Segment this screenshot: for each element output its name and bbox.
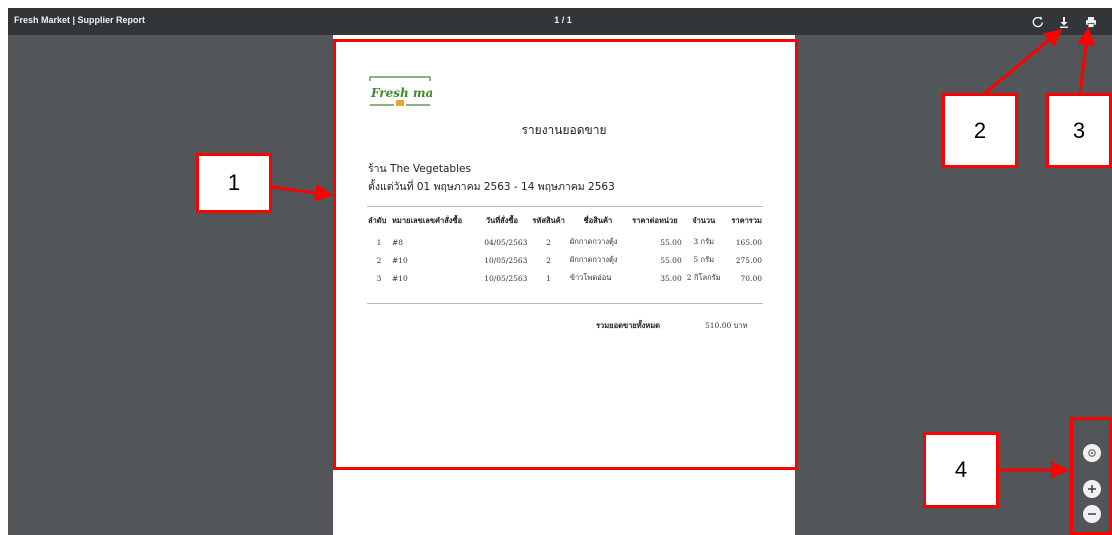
- arrow-1: [271, 184, 333, 202]
- annotation-arrows: [271, 27, 1096, 479]
- arrow-3: [1077, 27, 1096, 94]
- arrow-2: [984, 29, 1063, 95]
